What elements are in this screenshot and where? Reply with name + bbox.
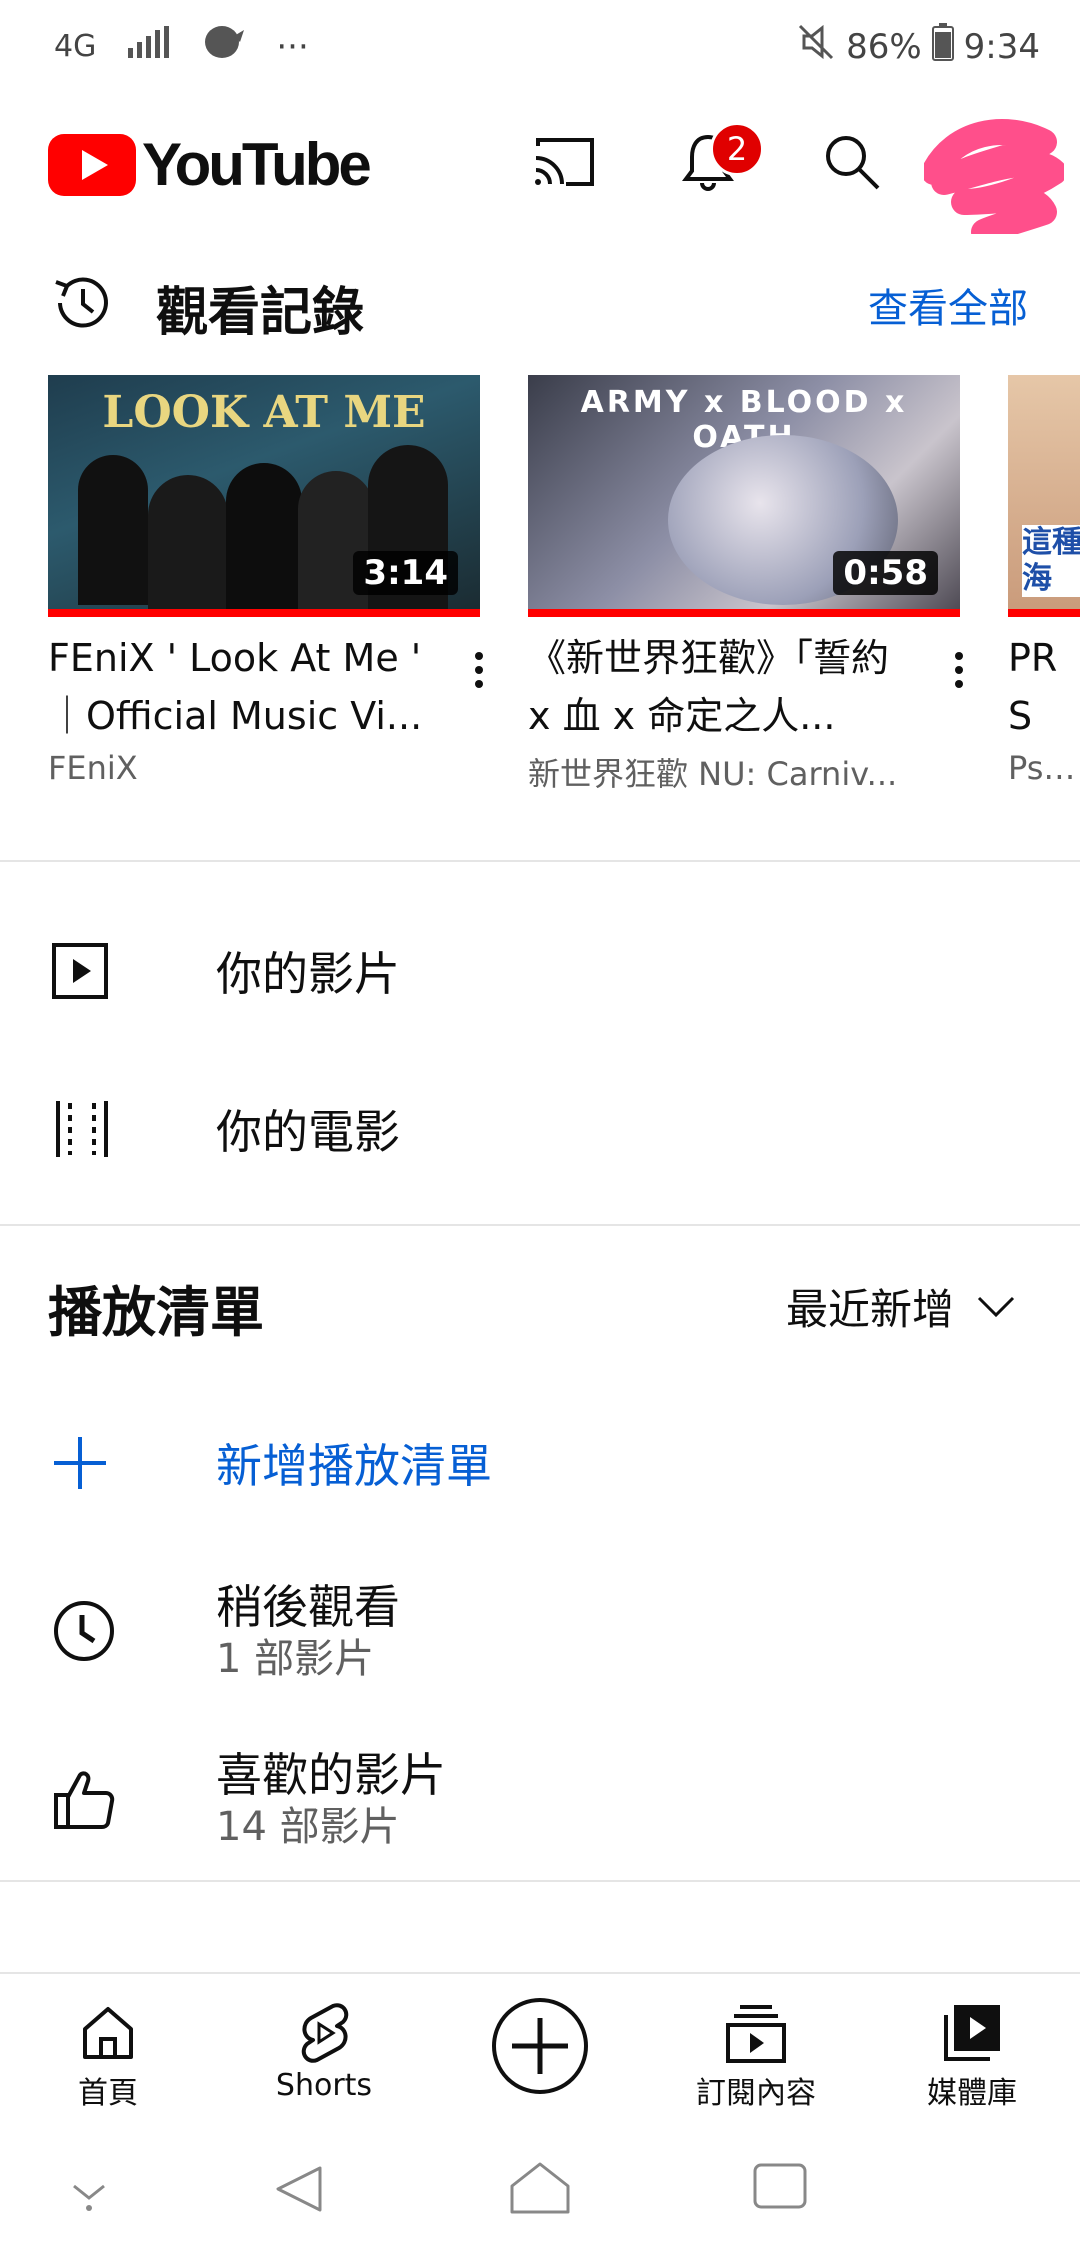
network-indicator: 4G bbox=[54, 29, 97, 64]
thumbs-up-icon bbox=[54, 1771, 115, 1829]
create-button[interactable] bbox=[490, 1996, 590, 2096]
your-videos-label: 你的影片 bbox=[216, 947, 400, 1001]
section-divider bbox=[0, 1880, 1080, 1882]
nav-shorts-label: Shorts bbox=[275, 2068, 373, 2103]
youtube-play-icon bbox=[48, 133, 136, 196]
app-notification-icon bbox=[200, 22, 246, 71]
your-videos-icon bbox=[52, 943, 108, 999]
video-title[interactable]: FEniX ' Look At Me ' ｜Official Music Vi.… bbox=[48, 629, 438, 745]
playlist-count: 1 部影片 bbox=[216, 1636, 375, 1682]
account-avatar[interactable] bbox=[921, 112, 1067, 245]
video-thumbnail[interactable]: ARMY x BLOOD x OATH 0:58 bbox=[528, 375, 960, 617]
search-icon bbox=[826, 136, 880, 190]
signal-icon bbox=[126, 26, 170, 67]
battery-icon bbox=[931, 23, 954, 70]
history-title: 觀看記錄 bbox=[156, 283, 365, 343]
nav-subscriptions-label: 訂閱內容 bbox=[696, 2076, 816, 2111]
clock-icon bbox=[54, 1601, 114, 1661]
bottom-navigation: 首頁 Shorts 訂閱內容 媒體庫 bbox=[0, 1972, 1080, 2144]
video-duration: 3:14 bbox=[353, 551, 458, 595]
your-videos-row[interactable]: 你的影片 bbox=[0, 896, 1080, 1046]
playlist-item[interactable]: 喜歡的影片 14 部影片 bbox=[0, 1724, 1080, 1874]
cast-icon bbox=[535, 138, 594, 186]
channel-name[interactable]: FEniX bbox=[48, 749, 448, 787]
video-thumbnail[interactable]: LOOK AT ME 3:14 bbox=[48, 375, 480, 617]
section-divider bbox=[0, 860, 1080, 862]
avatar-scribble bbox=[921, 119, 1067, 245]
search-button[interactable] bbox=[812, 122, 892, 202]
video-thumbnail[interactable]: 這種 海 bbox=[1008, 375, 1080, 617]
nav-home[interactable]: 首頁 bbox=[8, 1998, 208, 2112]
youtube-logo-text: YouTube bbox=[142, 131, 372, 198]
watch-progress-bar bbox=[1008, 609, 1080, 617]
cast-button[interactable] bbox=[524, 122, 604, 202]
history-video-card[interactable]: ARMY x BLOOD x OATH 0:58 《新世界狂歡》「誓約 x 血 … bbox=[528, 375, 960, 795]
home-icon bbox=[83, 2007, 133, 2059]
history-video-card[interactable]: 這種 海 PRS 啃的 Psyn bbox=[1008, 375, 1080, 787]
playlist-count: 14 部影片 bbox=[216, 1804, 400, 1850]
playlist-sort-dropdown[interactable]: 最近新增 bbox=[786, 1276, 1016, 1337]
thumbnail-title: LOOK AT ME bbox=[102, 387, 426, 438]
status-bar: 4G ··· 86% 9:34 bbox=[0, 0, 1080, 92]
video-title[interactable]: 《新世界狂歡》「誓約 x 血 x 命定之人... bbox=[528, 629, 918, 745]
recent-apps-icon[interactable] bbox=[752, 2162, 808, 2210]
library-icon bbox=[944, 2005, 1000, 2061]
clock: 9:34 bbox=[963, 26, 1040, 67]
sort-label: 最近新增 bbox=[785, 1285, 954, 1334]
app-header: YouTube 2 bbox=[0, 92, 1080, 232]
mute-icon bbox=[796, 22, 836, 71]
nav-shorts[interactable]: Shorts bbox=[224, 1998, 424, 2103]
film-strip-icon bbox=[56, 1101, 108, 1157]
history-video-card[interactable]: LOOK AT ME 3:14 FEniX ' Look At Me ' ｜Of… bbox=[48, 375, 480, 787]
more-vert-icon bbox=[475, 652, 483, 688]
new-playlist-label: 新增播放清單 bbox=[216, 1439, 492, 1493]
shorts-icon bbox=[301, 2003, 349, 2063]
back-icon[interactable] bbox=[272, 2162, 326, 2216]
chevron-down-icon bbox=[977, 1296, 1015, 1317]
playlist-name: 喜歡的影片 bbox=[216, 1748, 446, 1802]
section-divider bbox=[0, 1224, 1080, 1226]
add-icon bbox=[54, 1437, 106, 1489]
nav-library[interactable]: 媒體庫 bbox=[872, 1998, 1072, 2112]
notification-badge: 2 bbox=[710, 122, 764, 176]
watch-progress-bar bbox=[48, 609, 480, 617]
watch-progress-bar bbox=[528, 609, 960, 617]
thumbnail-title: 這種 海 bbox=[1022, 525, 1080, 597]
playlist-name: 稍後觀看 bbox=[216, 1580, 400, 1634]
system-navigation-bar bbox=[0, 2142, 1080, 2246]
notifications-button[interactable]: 2 bbox=[668, 122, 764, 202]
nav-subscriptions[interactable]: 訂閱內容 bbox=[656, 1998, 856, 2112]
video-duration: 0:58 bbox=[833, 551, 938, 595]
create-plus-icon bbox=[492, 1998, 588, 2094]
nav-home-label: 首頁 bbox=[78, 2076, 138, 2111]
playlist-item[interactable]: 稍後觀看 1 部影片 bbox=[0, 1556, 1080, 1706]
battery-level: 86% bbox=[846, 26, 922, 67]
video-menu-button[interactable] bbox=[464, 650, 494, 710]
playlists-title: 播放清單 bbox=[48, 1281, 264, 1344]
home-system-icon[interactable] bbox=[508, 2160, 572, 2216]
your-movies-row[interactable]: 你的電影 bbox=[0, 1054, 1080, 1204]
view-all-link[interactable]: 查看全部 bbox=[868, 276, 1028, 334]
more-notifications-icon: ··· bbox=[276, 26, 309, 67]
video-menu-button[interactable] bbox=[944, 650, 974, 710]
youtube-logo[interactable]: YouTube bbox=[48, 130, 372, 199]
your-movies-label: 你的電影 bbox=[216, 1105, 400, 1159]
subscriptions-icon bbox=[726, 2005, 786, 2063]
hide-keyboard-icon[interactable] bbox=[64, 2174, 114, 2214]
video-title[interactable]: PRS 啃的 bbox=[1008, 629, 1080, 745]
history-icon bbox=[50, 270, 116, 340]
more-vert-icon bbox=[955, 652, 963, 688]
channel-name[interactable]: 新世界狂歡 NU: Carniv... bbox=[528, 749, 928, 795]
nav-library-label: 媒體庫 bbox=[927, 2076, 1017, 2111]
new-playlist-row[interactable]: 新增播放清單 bbox=[0, 1388, 1080, 1538]
channel-name[interactable]: Psyn bbox=[1008, 749, 1080, 787]
